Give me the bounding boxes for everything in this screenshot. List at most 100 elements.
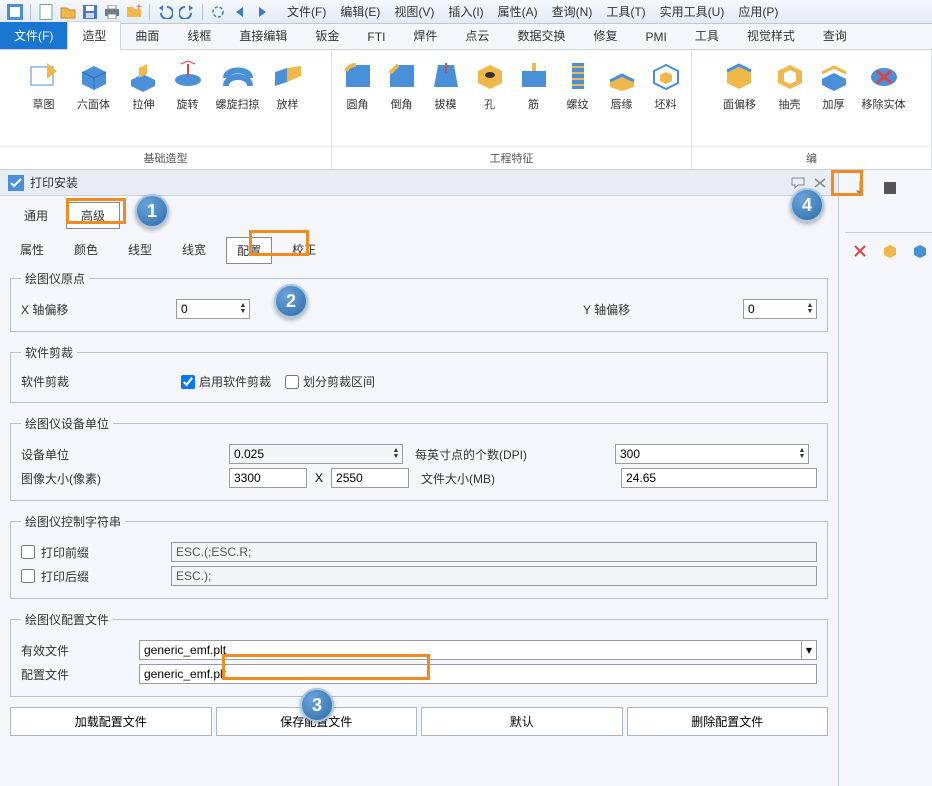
ribbontab-tool[interactable]: 工具 (681, 22, 733, 49)
ribbontab-sheet[interactable]: 钣金 (301, 22, 353, 49)
rb-revolve[interactable]: 旋转 (166, 54, 210, 146)
menu-file[interactable]: 文件(F) (281, 1, 332, 22)
ribbontab-query[interactable]: 查询 (809, 22, 861, 49)
menu-edit[interactable]: 编辑(E) (334, 1, 386, 22)
delete-config-button[interactable]: 删除配置文件 (627, 707, 829, 736)
subtab-attr[interactable]: 属性 (10, 237, 54, 264)
tab-advanced[interactable]: 高级 (66, 202, 120, 229)
suffix-label: 打印后缀 (41, 568, 171, 585)
rotate-icon[interactable] (209, 3, 227, 21)
y-offset-input[interactable]: ▲▼ (743, 299, 817, 319)
rb-extrude[interactable]: 拉伸 (122, 54, 166, 146)
ribbontab-surface[interactable]: 曲面 (121, 22, 173, 49)
dpi-input[interactable]: ▲▼ (615, 444, 809, 464)
rb-thread[interactable]: 螺纹 (556, 54, 600, 146)
menu-attr[interactable]: 属性(A) (492, 1, 544, 22)
rb-spiral[interactable]: 螺旋扫掠 (210, 54, 266, 146)
rb-pin-icon[interactable] (852, 180, 870, 198)
redo-icon[interactable] (178, 3, 196, 21)
cfg-file-input[interactable] (139, 664, 817, 684)
undo-icon[interactable] (156, 3, 174, 21)
rb-thicken[interactable]: 加厚 (812, 54, 856, 146)
save-icon[interactable] (81, 3, 99, 21)
menu-query[interactable]: 查询(N) (546, 1, 599, 22)
menu-view[interactable]: 视图(V) (388, 1, 440, 22)
rb-loft[interactable]: 放样 (266, 54, 310, 146)
devunit-label: 设备单位 (21, 446, 229, 463)
ribbontab-repair[interactable]: 修复 (579, 22, 631, 49)
valid-file-label: 有效文件 (21, 642, 139, 659)
ribbontab-file[interactable]: 文件(F) (0, 22, 67, 49)
rb-shell[interactable]: 抽壳 (768, 54, 812, 146)
split-clip-checkbox[interactable] (285, 375, 299, 389)
ribbon-body: 草图 六面体 拉伸 旋转 螺旋扫掠 放样 基础造型 圆角 倒角 拔模 孔 筋 螺… (0, 50, 932, 170)
rb-blue-icon[interactable] (912, 243, 930, 261)
origin-group: 绘图仪原点 X 轴偏移 ▲▼ Y 轴偏移 ▲▼ (10, 270, 828, 332)
menu-tools[interactable]: 工具(T) (600, 1, 651, 22)
ribbontab-shape[interactable]: 造型 (67, 21, 121, 50)
prefix-checkbox[interactable] (21, 545, 35, 559)
ribbontab-wire[interactable]: 线框 (173, 22, 225, 49)
nav-fwd-icon[interactable] (253, 3, 271, 21)
x-offset-input[interactable]: ▲▼ (176, 299, 250, 319)
cfg-legend: 绘图仪配置文件 (21, 611, 113, 628)
cfg-group: 绘图仪配置文件 有效文件 ▾ 配置文件 (10, 611, 828, 697)
img-x: X (315, 471, 323, 485)
rb-offset[interactable]: 面偏移 (712, 54, 768, 146)
rb-box[interactable]: 六面体 (66, 54, 122, 146)
devunit-input[interactable]: ▲▼ (229, 444, 403, 464)
tab-general[interactable]: 通用 (10, 203, 62, 228)
rb-lip[interactable]: 唇缘 (600, 54, 644, 146)
rb-hole[interactable]: 孔 (468, 54, 512, 146)
enable-clip-checkbox[interactable] (181, 375, 195, 389)
suffix-checkbox[interactable] (21, 569, 35, 583)
rb-fillet[interactable]: 圆角 (336, 54, 380, 146)
load-config-button[interactable]: 加载配置文件 (10, 707, 212, 736)
nav-back-icon[interactable] (231, 3, 249, 21)
rb-remove[interactable]: 移除实体 (856, 54, 912, 146)
print-icon[interactable] (103, 3, 121, 21)
img-width-input[interactable] (229, 468, 307, 488)
menu-util[interactable]: 实用工具(U) (654, 1, 731, 22)
ribbontab-pmi[interactable]: PMI (631, 25, 680, 49)
rb-draft[interactable]: 拔模 (424, 54, 468, 146)
rb-cube-icon[interactable] (882, 243, 900, 261)
imgsize-label: 图像大小(像素) (21, 470, 229, 487)
menu-app[interactable]: 应用(P) (732, 1, 784, 22)
rb-sketch[interactable]: 草图 (22, 54, 66, 146)
rb-view-icon[interactable] (882, 180, 900, 198)
x-offset-label: X 轴偏移 (21, 301, 176, 318)
ribbontab-point[interactable]: 点云 (451, 22, 503, 49)
origin-legend: 绘图仪原点 (21, 270, 89, 287)
menu-insert[interactable]: 插入(I) (442, 1, 489, 22)
subtab-config[interactable]: 配置 (226, 237, 272, 264)
rb-stock[interactable]: 坯料 (644, 54, 688, 146)
app-icon (6, 3, 24, 21)
default-button[interactable]: 默认 (421, 707, 623, 736)
ribbontab-weld[interactable]: 焊件 (399, 22, 451, 49)
ribbontab-fti[interactable]: FTI (353, 25, 399, 49)
group3-label: 编 (692, 146, 931, 169)
add-file-icon[interactable]: + (125, 3, 143, 21)
subtab-linetype[interactable]: 线型 (118, 237, 162, 264)
ribbontab-visual[interactable]: 视觉样式 (733, 22, 809, 49)
subtab-color[interactable]: 颜色 (64, 237, 108, 264)
open-icon[interactable] (59, 3, 77, 21)
ribbontab-exchange[interactable]: 数据交换 (503, 22, 579, 49)
new-icon[interactable] (37, 3, 55, 21)
svg-text:+: + (136, 4, 142, 13)
rb-rib[interactable]: 筋 (512, 54, 556, 146)
subtab-calibrate[interactable]: 校正 (282, 237, 326, 264)
quick-access-toolbar: + 文件(F) 编辑(E) 视图(V) 插入(I) 属性(A) 查询(N) 工具… (0, 0, 932, 24)
img-height-input[interactable] (331, 468, 409, 488)
filesize-input[interactable] (621, 468, 817, 488)
valid-file-select[interactable]: ▾ (139, 640, 817, 660)
subtab-linewidth[interactable]: 线宽 (172, 237, 216, 264)
rb-chamfer[interactable]: 倒角 (380, 54, 424, 146)
group2-label: 工程特征 (332, 146, 691, 169)
suffix-input (171, 566, 817, 586)
rb-delete-icon[interactable] (852, 243, 870, 261)
units-legend: 绘图仪设备单位 (21, 415, 113, 432)
print-setup-panel: 打印安装 通用 高级 属性 颜色 线型 线宽 配置 校正 绘图仪原点 X 轴偏移… (0, 170, 839, 786)
ribbontab-direct[interactable]: 直接编辑 (225, 22, 301, 49)
